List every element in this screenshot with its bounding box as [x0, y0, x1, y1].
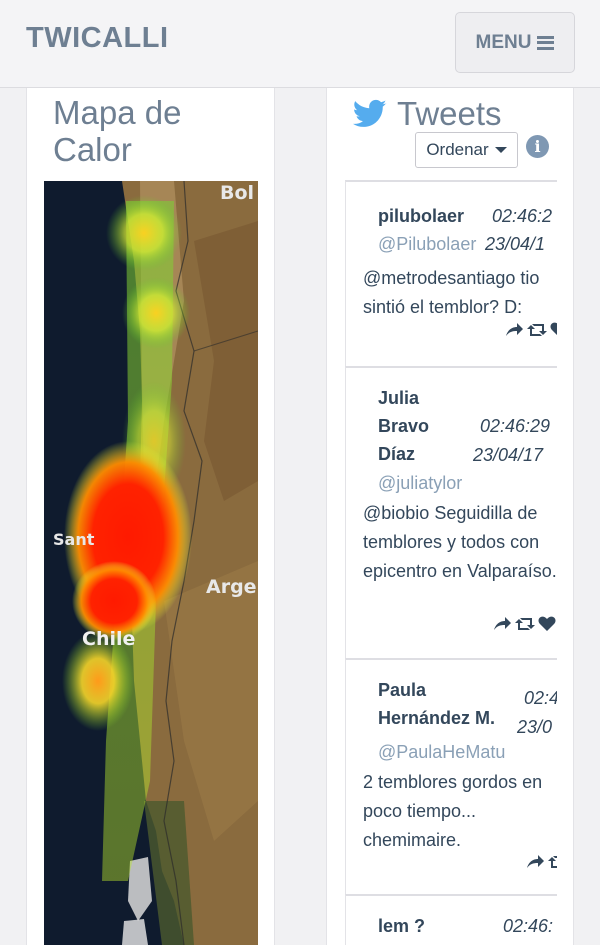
info-icon[interactable]: i [526, 135, 549, 158]
heatmap-title-line2: Calor [53, 131, 132, 168]
tweet-time: 02:46:2 [492, 206, 553, 226]
tweet-time: 02:46:29 [480, 416, 551, 436]
tweet-author-name: pilubolaer [378, 206, 465, 226]
retweet-icon[interactable] [527, 322, 547, 338]
heatmap-title-line1: Mapa de [53, 94, 182, 131]
tweet-card[interactable]: pilubolaer 02:46:2 @Pilubolaer 23/04/1 @… [345, 180, 557, 366]
map-label-argentina: Arge [206, 576, 257, 598]
tweet-handle[interactable]: @juliatylor [378, 473, 462, 494]
tweet-text: 2 temblores gordos en poco tiempo... che… [363, 772, 543, 850]
tweet-card[interactable]: Paula Hernández M. 02:4 23/0 @PaulaHeMat… [345, 658, 557, 894]
menu-label: MENU [475, 31, 532, 53]
sort-dropdown[interactable]: Ordenar [415, 132, 518, 168]
tweet-date: 23/04/17 [473, 445, 544, 465]
heatmap-panel: Mapa de Calor Bol Sant Arge Chile [26, 88, 275, 945]
tweet-time: 02:46: [503, 916, 554, 936]
brand-logo[interactable]: TWICALLI [26, 22, 169, 55]
tweet-card[interactable]: Julia Bravo Díaz 02:46:29 23/04/17 @juli… [345, 366, 557, 658]
tweet-text: @biobio Seguidilla de temblores y todos … [363, 503, 557, 581]
reply-icon[interactable] [525, 854, 545, 870]
reply-icon[interactable] [492, 616, 512, 632]
tweet-actions [492, 616, 556, 632]
tweet-handle[interactable]: @PaulaHeMatu [378, 742, 505, 763]
tweets-header: Tweets [353, 94, 502, 134]
caret-down-icon [494, 147, 507, 153]
heat-map[interactable]: Bol Sant Arge Chile [44, 181, 258, 945]
tweet-actions [525, 854, 557, 870]
hamburger-icon [537, 35, 555, 50]
tweet-date: 23/0 [517, 717, 553, 737]
heatmap-title: Mapa de Calor [53, 94, 181, 168]
retweet-icon[interactable] [515, 616, 535, 632]
reply-icon[interactable] [504, 322, 524, 338]
map-label-bolivia: Bol [220, 182, 254, 204]
tweet-time: 02:4 [524, 688, 557, 708]
tweet-author-name: Paula Hernández M. [378, 680, 496, 728]
heat-map-canvas: Bol Sant Arge Chile [44, 181, 258, 945]
tweet-text: @metrodesantiago tio sintió el temblor? … [363, 268, 540, 317]
map-label-chile: Chile [82, 628, 135, 650]
sort-dropdown-label: Ordenar [426, 140, 489, 159]
tweets-title: Tweets [397, 95, 502, 132]
tweet-actions [504, 322, 557, 338]
tweets-panel: Tweets Ordenar i pilubolaer 02:46:2 @Pil… [326, 88, 574, 945]
navbar: TWICALLI MENU [0, 0, 600, 88]
tweet-date: 23/04/1 [485, 234, 546, 254]
twitter-bird-icon [353, 99, 387, 127]
tweet-card[interactable]: lem ? 02:46: [345, 894, 557, 945]
favorite-heart-icon[interactable] [538, 616, 556, 632]
map-label-santiago: Sant [53, 530, 95, 549]
retweet-icon[interactable] [548, 854, 557, 870]
favorite-heart-icon[interactable] [550, 322, 557, 338]
tweet-author-name: Julia Bravo Díaz [378, 388, 430, 464]
tweet-handle[interactable]: @Pilubolaer [378, 234, 476, 255]
menu-button[interactable]: MENU [455, 12, 575, 73]
tweet-author-name: lem ? [378, 916, 426, 936]
